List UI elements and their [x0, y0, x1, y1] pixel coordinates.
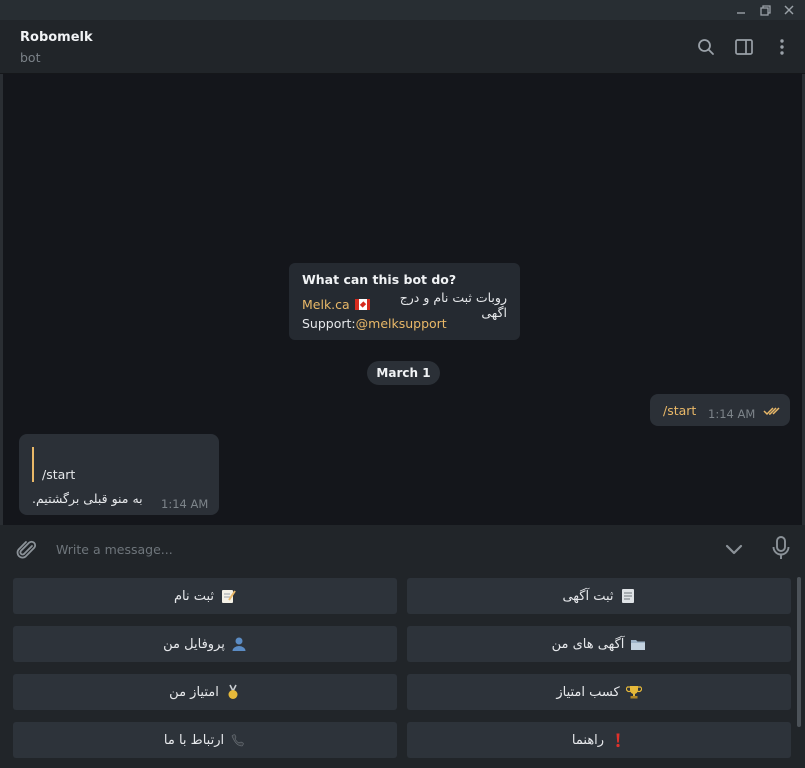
support-label: Support:	[302, 316, 356, 331]
minimize-button[interactable]	[729, 0, 753, 20]
keyboard-button-earn-points[interactable]: کسب امتیاز	[407, 674, 791, 710]
keyboard-button-register[interactable]: ثبت نام	[13, 578, 397, 614]
canada-flag-icon	[354, 299, 371, 310]
bot-info-description-line: Melk.ca روبات ثبت نام و درج اگهی	[302, 290, 507, 320]
sidebar-toggle-button[interactable]	[733, 36, 755, 58]
window-titlebar	[0, 0, 805, 20]
microphone-icon[interactable]	[771, 536, 791, 560]
support-handle-link[interactable]: @melksupport	[356, 316, 447, 331]
bot-info-description: روبات ثبت نام و درج اگهی	[399, 289, 507, 320]
search-icon	[698, 39, 714, 55]
incoming-message[interactable]: /start به منو قبلی برگشتیم. 1:14 AM	[19, 434, 219, 515]
message-composer	[0, 525, 805, 572]
chat-title[interactable]: Robomelk	[20, 30, 93, 45]
more-options-button[interactable]	[771, 36, 793, 58]
reply-quote-text[interactable]: /start	[42, 467, 75, 482]
folder-icon	[630, 636, 646, 652]
keyboard-button-contact-us[interactable]: ارتباط با ما	[13, 722, 397, 758]
medal-icon	[225, 684, 241, 700]
keyboard-button-my-profile[interactable]: پروفایل من	[13, 626, 397, 662]
message-time: 1:14 AM	[708, 407, 756, 421]
keyboard-button-label: راهنما	[571, 732, 605, 748]
bot-website-link[interactable]: Melk.ca	[302, 297, 350, 312]
chat-status: bot	[20, 50, 41, 65]
exclamation-icon	[610, 732, 626, 748]
close-icon	[784, 5, 794, 15]
date-divider: March 1	[367, 361, 440, 385]
reply-quote-bar	[32, 447, 34, 482]
outgoing-message[interactable]: /start 1:14 AM	[650, 394, 790, 426]
close-window-button[interactable]	[777, 0, 801, 20]
phone-icon	[230, 732, 246, 748]
restore-icon	[759, 4, 771, 16]
more-vertical-icon	[780, 39, 784, 55]
chevron-down-icon[interactable]	[724, 539, 744, 559]
keyboard-button-label: پروفایل من	[163, 636, 225, 652]
keyboard-button-label: امتیاز من	[169, 684, 219, 700]
user-icon	[231, 636, 247, 652]
keyboard-scrollbar[interactable]	[797, 577, 801, 727]
keyboard-button-post-ad[interactable]: ثبت آگهی	[407, 578, 791, 614]
page-icon	[620, 588, 636, 604]
trophy-icon	[625, 684, 642, 700]
keyboard-button-label: کسب امتیاز	[556, 684, 620, 700]
keyboard-button-label: ارتباط با ما	[163, 732, 225, 748]
message-text: به منو قبلی برگشتیم.	[32, 491, 143, 506]
message-input[interactable]	[56, 537, 656, 561]
restore-button[interactable]	[753, 0, 777, 20]
keyboard-button-label: ثبت نام	[173, 588, 215, 604]
keyboard-button-help[interactable]: راهنما	[407, 722, 791, 758]
minimize-icon	[737, 12, 745, 14]
bot-info-card: What can this bot do? Melk.ca روبات ثبت …	[289, 263, 520, 340]
message-command-link[interactable]: /start	[663, 403, 696, 418]
memo-icon	[220, 588, 236, 604]
message-time: 1:14 AM	[161, 497, 209, 511]
bot-info-title: What can this bot do?	[302, 272, 457, 287]
search-button[interactable]	[695, 36, 717, 58]
sidebar-panel-icon	[735, 39, 753, 55]
keyboard-button-my-points[interactable]: امتیاز من	[13, 674, 397, 710]
read-checkmarks-icon	[763, 407, 780, 416]
keyboard-button-label: آگهی های من	[551, 636, 625, 652]
bot-reply-keyboard: ثبت نام ثبت آگهی پروفایل من آگهی های من …	[0, 572, 805, 768]
keyboard-button-label: ثبت آگهی	[562, 588, 614, 604]
keyboard-button-my-ads[interactable]: آگهی های من	[407, 626, 791, 662]
chat-header: Robomelk bot	[0, 20, 805, 74]
attach-file-button[interactable]	[14, 537, 38, 561]
